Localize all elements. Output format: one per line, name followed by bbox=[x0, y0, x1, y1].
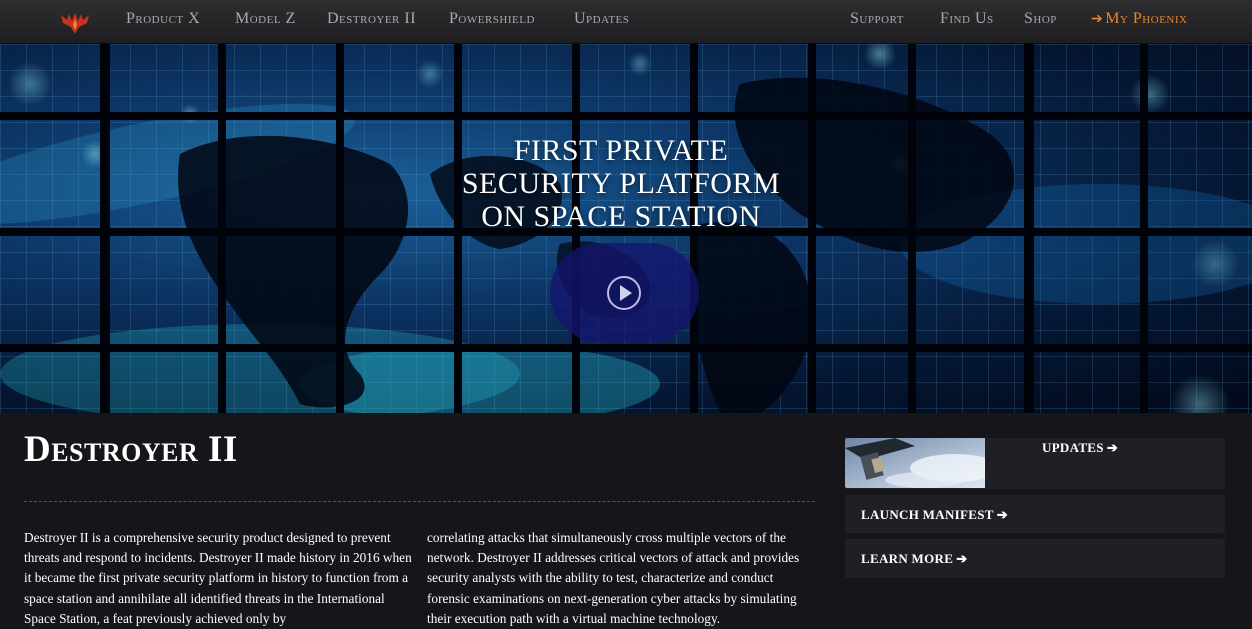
launch-manifest-card[interactable]: LAUNCH MANIFEST ➔ bbox=[845, 495, 1225, 533]
launch-manifest-link[interactable]: LAUNCH MANIFEST ➔ bbox=[861, 507, 1008, 523]
arrow-right-icon: ➔ bbox=[1106, 440, 1119, 455]
updates-card[interactable]: UPDATES ➔ bbox=[845, 438, 1225, 489]
updates-link[interactable]: UPDATES ➔ bbox=[1042, 440, 1118, 456]
satellite-thumbnail bbox=[845, 438, 985, 488]
hero-banner: FIRST PRIVATE SECURITY PLATFORM ON SPACE… bbox=[0, 44, 1252, 413]
nav-product-x[interactable]: Product X bbox=[126, 10, 200, 28]
arrow-right-icon: ➔ bbox=[996, 507, 1008, 522]
hero-title-line: ON SPACE STATION bbox=[481, 200, 761, 233]
divider bbox=[24, 501, 815, 502]
learn-more-label: LEARN MORE bbox=[861, 551, 954, 566]
hero-title-line: SECURITY PLATFORM bbox=[461, 167, 781, 200]
page-title: Destroyer II bbox=[24, 429, 238, 470]
nav-support[interactable]: Support bbox=[850, 10, 904, 28]
phoenix-logo-icon[interactable] bbox=[60, 10, 90, 36]
nav-powershield[interactable]: Powershield bbox=[449, 10, 535, 28]
my-phoenix-label: My Phoenix bbox=[1105, 10, 1188, 27]
description-column-2: correlating attacks that simultaneously … bbox=[427, 530, 800, 626]
description-column-1: Destroyer II is a comprehensive security… bbox=[24, 530, 412, 626]
launch-manifest-label: LAUNCH MANIFEST bbox=[861, 507, 994, 522]
nav-destroyer-ii[interactable]: Destroyer II bbox=[327, 10, 416, 28]
nav-shop[interactable]: Shop bbox=[1024, 10, 1057, 28]
nav-find-us[interactable]: Find Us bbox=[940, 10, 994, 28]
play-video-button[interactable] bbox=[550, 243, 699, 342]
play-triangle bbox=[620, 285, 632, 301]
nav-my-phoenix[interactable]: ➔ My Phoenix bbox=[1091, 10, 1187, 28]
hero-title: FIRST PRIVATE SECURITY PLATFORM ON SPACE… bbox=[400, 134, 842, 233]
learn-more-card[interactable]: LEARN MORE ➔ bbox=[845, 539, 1225, 578]
arrow-right-icon: ➔ bbox=[956, 551, 968, 566]
nav-model-z[interactable]: Model Z bbox=[235, 10, 296, 28]
sign-in-icon: ➔ bbox=[1091, 12, 1104, 27]
hero-title-line: FIRST PRIVATE bbox=[513, 134, 729, 167]
learn-more-link[interactable]: LEARN MORE ➔ bbox=[861, 551, 967, 567]
top-navbar: Product X Model Z Destroyer II Powershie… bbox=[0, 0, 1252, 44]
updates-label: UPDATES bbox=[1042, 440, 1104, 455]
nav-updates[interactable]: Updates bbox=[574, 10, 629, 28]
